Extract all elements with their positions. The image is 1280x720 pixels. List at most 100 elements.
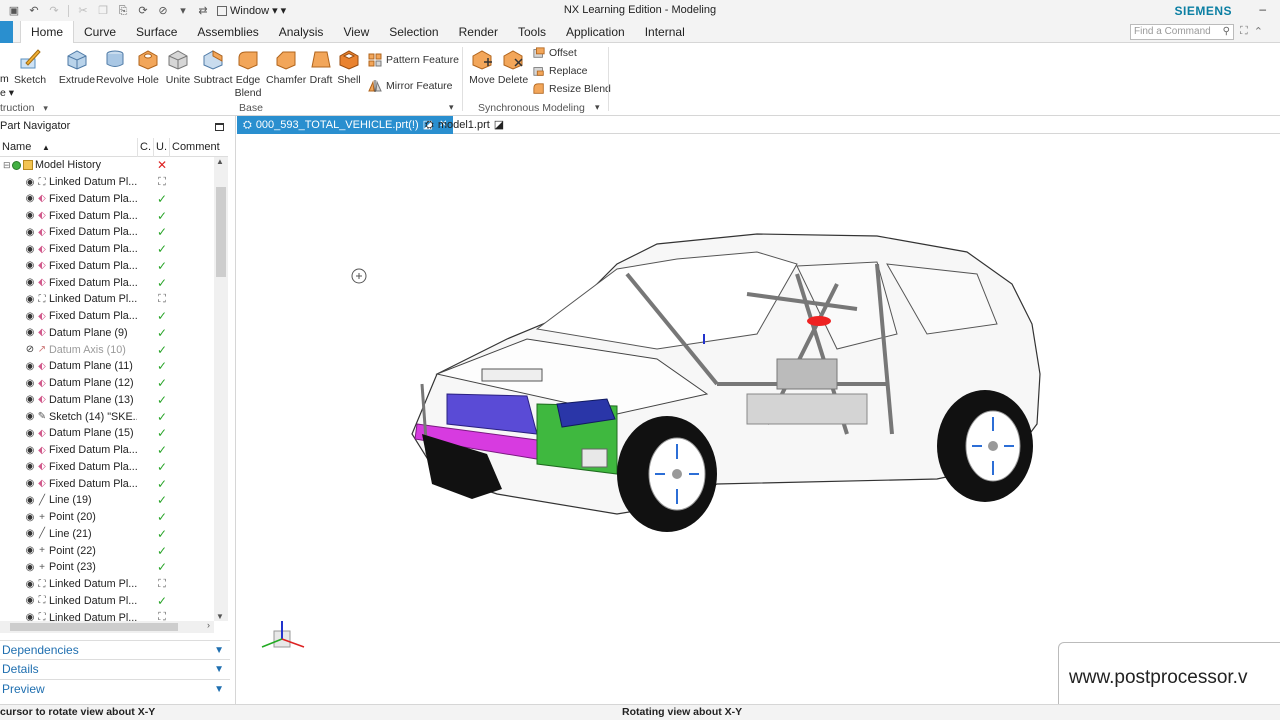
eye-icon[interactable]: ◉: [24, 478, 36, 489]
eye-icon[interactable]: ◉: [24, 512, 36, 523]
redo-icon[interactable]: ↷: [46, 4, 62, 18]
undo-icon[interactable]: ↶: [26, 4, 42, 18]
feature-row[interactable]: ◉ ⬖ Datum Plane (13) ✓: [0, 392, 214, 409]
feature-row[interactable]: ◉ + Point (22) ✓: [0, 542, 214, 559]
hole-button[interactable]: Hole: [134, 47, 162, 87]
tab-home[interactable]: Home: [20, 21, 75, 44]
hidden-eye-icon[interactable]: ⊘: [24, 344, 36, 355]
maximize-navigator-icon[interactable]: [215, 123, 224, 131]
shell-button[interactable]: Shell: [336, 47, 362, 87]
feature-row[interactable]: ◉ ⬖ Fixed Datum Pla... ✓: [0, 241, 214, 258]
eye-icon[interactable]: ◉: [24, 495, 36, 506]
feature-row[interactable]: ◉ ⛶ Linked Datum Pl... ✓: [0, 593, 214, 610]
move-face-button[interactable]: Move: [467, 47, 497, 87]
feature-row[interactable]: ◉ ⬖ Fixed Datum Pla... ✓: [0, 274, 214, 291]
collapse-icon[interactable]: ⊟: [3, 160, 11, 171]
tab-surface[interactable]: Surface: [126, 21, 187, 43]
feature-row[interactable]: ◉ + Point (23) ✓: [0, 559, 214, 576]
eye-icon[interactable]: ◉: [24, 461, 36, 472]
tab-tools[interactable]: Tools: [508, 21, 556, 43]
fullscreen-icon[interactable]: ⛶: [1240, 25, 1248, 38]
feature-row[interactable]: ◉ ⬖ Datum Plane (12) ✓: [0, 375, 214, 392]
chamfer-button[interactable]: Chamfer: [266, 47, 306, 87]
feature-row[interactable]: ◉ ╱ Line (21) ✓: [0, 526, 214, 543]
extrude-button[interactable]: Extrude: [58, 47, 96, 87]
sync-group-dropdown[interactable]: ▾: [595, 102, 600, 113]
revolve-button[interactable]: Revolve: [96, 47, 134, 87]
feature-row[interactable]: ◉ ⬖ Fixed Datum Pla... ✓: [0, 207, 214, 224]
repeat-command-icon[interactable]: ⟳: [135, 4, 151, 18]
feature-row[interactable]: ◉ ⬖ Datum Plane (9) ✓: [0, 325, 214, 342]
resize-blend-button[interactable]: Resize Blend: [533, 83, 611, 95]
tab-view[interactable]: View: [333, 21, 379, 43]
column-u[interactable]: U.: [154, 138, 170, 157]
subtract-button[interactable]: Subtract: [193, 47, 233, 87]
eye-icon[interactable]: ◉: [24, 244, 36, 255]
pattern-feature-button[interactable]: Pattern Feature: [368, 53, 459, 67]
eye-icon[interactable]: ◉: [24, 277, 36, 288]
feature-row[interactable]: ◉ + Point (20) ✓: [0, 509, 214, 526]
preview-panel[interactable]: Preview ▼: [0, 679, 230, 698]
feature-row[interactable]: ◉ ✎ Sketch (14) "SKE... ✓: [0, 408, 214, 425]
eye-icon[interactable]: ◉: [24, 579, 36, 590]
eye-icon[interactable]: ◉: [24, 411, 36, 422]
collapse-ribbon-icon[interactable]: ⌃: [1254, 25, 1263, 38]
sketch-button[interactable]: Sketch: [14, 47, 46, 87]
replace-face-button[interactable]: Replace: [533, 65, 588, 77]
tab-render[interactable]: Render: [449, 21, 508, 43]
search-icon[interactable]: ⚲: [1223, 25, 1230, 39]
eye-icon[interactable]: ◉: [24, 428, 36, 439]
eye-icon[interactable]: ◉: [24, 612, 36, 621]
details-panel[interactable]: Details ▼: [0, 659, 230, 678]
offset-region-button[interactable]: Offset: [533, 47, 577, 59]
feature-row[interactable]: ◉ ⬖ Fixed Datum Pla... ✓: [0, 258, 214, 275]
column-comment[interactable]: Comment: [170, 138, 228, 157]
delete-face-button[interactable]: Delete: [497, 47, 529, 87]
mirror-feature-button[interactable]: Mirror Feature: [368, 79, 453, 93]
navigator-vertical-scrollbar[interactable]: ▲ ▼: [214, 157, 228, 621]
draft-button[interactable]: Draft: [307, 47, 335, 87]
navigator-horizontal-scrollbar[interactable]: ›: [0, 620, 214, 633]
cut-icon[interactable]: ✂: [75, 4, 91, 18]
window-menu[interactable]: Window ▾ ▾: [217, 4, 286, 17]
chevron-down-icon[interactable]: ▼: [214, 660, 224, 679]
eye-icon[interactable]: ◉: [24, 311, 36, 322]
tab-application[interactable]: Application: [556, 21, 635, 43]
scroll-thumb[interactable]: [10, 623, 178, 631]
eye-icon[interactable]: ◉: [24, 445, 36, 456]
file-menu-button[interactable]: [0, 21, 13, 43]
feature-row[interactable]: ◉ ⬖ Fixed Datum Pla... ✓: [0, 191, 214, 208]
scroll-thumb[interactable]: [216, 187, 226, 277]
eye-icon[interactable]: ◉: [24, 260, 36, 271]
eye-icon[interactable]: ◉: [24, 545, 36, 556]
chevron-down-icon[interactable]: ▼: [214, 641, 224, 660]
visibility-toggle-icon[interactable]: ⊘: [155, 4, 171, 18]
eye-icon[interactable]: ◉: [24, 177, 36, 188]
feature-row[interactable]: ◉ ⬖ Fixed Datum Pla... ✓: [0, 308, 214, 325]
feature-row[interactable]: ◉ ⬖ Fixed Datum Pla... ✓: [0, 442, 214, 459]
eye-icon[interactable]: ◉: [24, 528, 36, 539]
eye-icon[interactable]: ◉: [24, 294, 36, 305]
graphics-viewport[interactable]: [237, 134, 1280, 702]
column-c[interactable]: C.: [138, 138, 154, 157]
base-group-dropdown[interactable]: ▾: [449, 102, 454, 113]
column-name[interactable]: Name ▲: [0, 138, 138, 157]
tab-curve[interactable]: Curve: [74, 21, 126, 43]
eye-icon[interactable]: ◉: [24, 562, 36, 573]
feature-row[interactable]: ◉ ⬖ Fixed Datum Pla... ✓: [0, 475, 214, 492]
copy-icon[interactable]: ❐: [95, 4, 111, 18]
eye-icon[interactable]: ◉: [24, 378, 36, 389]
feature-row[interactable]: ◉ ╱ Line (19) ✓: [0, 492, 214, 509]
save-icon[interactable]: ▣: [6, 4, 22, 18]
tab-selection[interactable]: Selection: [379, 21, 448, 43]
feature-row[interactable]: ◉ ⛶ Linked Datum Pl... ⛶: [0, 291, 214, 308]
eye-icon[interactable]: ◉: [24, 210, 36, 221]
scroll-right-icon[interactable]: ›: [207, 620, 210, 630]
chevron-down-icon[interactable]: ▼: [214, 680, 224, 699]
customize-arrow-icon[interactable]: ▾: [281, 4, 287, 17]
model-history-node[interactable]: ⊟ Model History ✕: [0, 157, 214, 174]
scroll-up-icon[interactable]: ▲: [216, 157, 224, 166]
eye-icon[interactable]: ◉: [24, 193, 36, 204]
paste-icon[interactable]: ⎘: [115, 4, 131, 18]
edge-blend-button[interactable]: Edge Blend: [234, 47, 262, 100]
